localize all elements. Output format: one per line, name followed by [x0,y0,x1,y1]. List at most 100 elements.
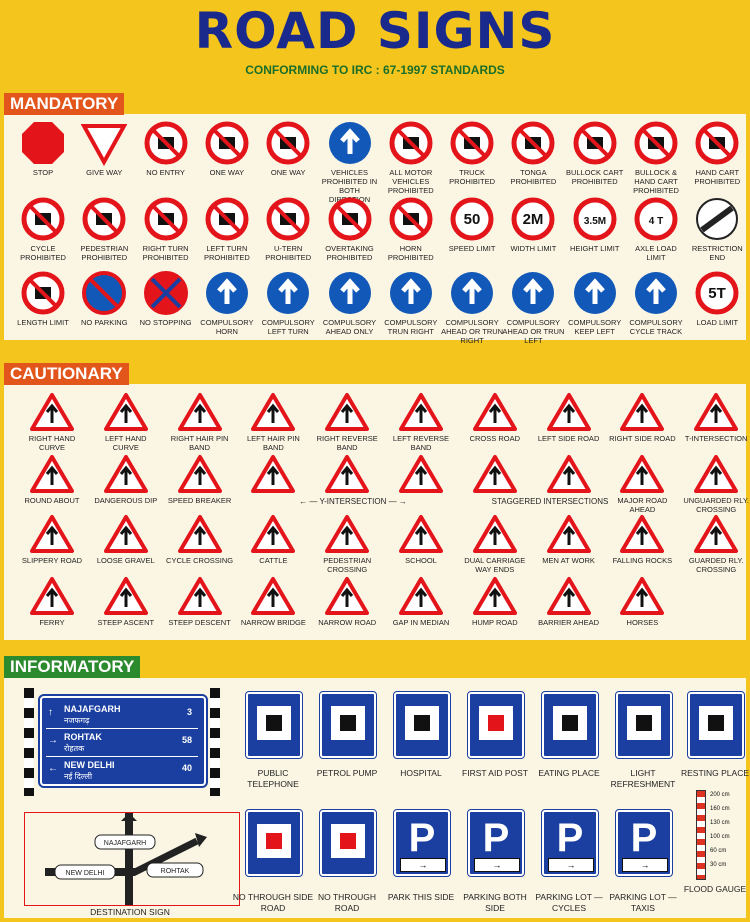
warning-triangle-icon [399,455,443,493]
info-sign [319,691,377,759]
info-sign-label: NO THROUGH ROAD [318,892,376,913]
mandatory-sign: NO PARKING [73,270,135,327]
cautionary-sign: RIGHT HAND CURVE [18,392,86,452]
destination-sign: ↑ NAJAFGARH नजफगढ़ 3 → ROHTAK रोहतक 58 ← NEW DELH… [24,688,220,796]
warning-triangle-icon [251,577,296,615]
sign-label: MEN AT WORK [542,556,595,565]
sign-value: 2M [523,211,544,228]
cautionary-sign: CYCLE CROSSING [166,514,234,565]
sign-label: STEEP DESCENT [168,618,231,627]
info-symbol-icon [257,706,291,740]
sign-label: NO PARKING [81,318,128,327]
destination-hindi: नई दिल्ली [64,772,93,781]
sign-label: UNGUARDED RLY. CROSSING [683,496,749,514]
info-sign [319,809,377,877]
sign-label: ALL MOTOR VEHICLES PROHIBITED [387,168,434,195]
sign-label: COMPULSORY TRUN RIGHT [384,318,438,336]
mandatory-sign: COMPULSORY AHEAD OR TRUN LEFT [502,270,564,345]
axle-icon: 4 T [634,197,678,241]
stop-octagon-icon [22,122,64,164]
cycle-blue-icon [635,272,677,314]
warning-triangle-icon [620,515,665,553]
info-glyph-icon [488,715,504,731]
cautionary-sign: UNGUARDED RLY. CROSSING [682,454,750,514]
cart-icon [634,121,678,165]
prohibition-icon [144,121,188,165]
cautionary-sign: HORSES [608,576,676,627]
sign-label: NO ENTRY [146,168,185,177]
warning-triangle-icon [103,455,148,493]
direction-arrow-icon: ← [48,763,58,774]
sign-label: LENGTH LIMIT [17,318,69,327]
destination-km: 3 [186,707,192,717]
arrow-keep-left-icon [573,272,616,314]
info-sign-label: PARKING BOTH SIDE [463,892,527,913]
mandatory-sign: ONE WAY [257,120,319,177]
destination-row: → ROHTAK रोहतक 58 [46,730,198,757]
sign-label: NARROW BRIDGE [240,618,306,627]
mandatory-sign: CYCLE PROHIBITED [12,196,74,262]
warning-triangle-icon [30,393,74,431]
sign-label: LEFT SIDE ROAD [537,434,600,443]
cautionary-sign: T-INTERSECTION [682,392,750,443]
width-icon: 2M [511,197,555,241]
info-symbol-icon [331,706,365,740]
bullock-cart-icon [573,121,617,165]
direction-arrow-icon: → [48,735,58,746]
info-sign: → P [541,809,599,877]
no-parking-icon [82,271,127,315]
destination-km: 40 [181,763,192,773]
destination-name: NEW DELHI [64,760,115,770]
info-sign-label: PARKING LOT — TAXIS [609,892,677,913]
cautionary-sign: LEFT HAND CURVE [92,392,160,452]
arrow-left-icon [267,272,310,314]
mandatory-sign: 3.5M HEIGHT LIMIT [564,196,626,253]
sign-label: FERRY [39,618,65,627]
warning-triangle-icon [177,455,222,493]
sign-label: ONE WAY [209,168,245,177]
destination-map-svg: NAJAFGARH NEW DELHI ROHTAK [45,813,207,905]
info-sign [245,809,303,877]
cautionary-sign: CATTLE [239,514,307,565]
mandatory-sign: RIGHT TURN PROHIBITED [135,196,197,262]
warning-triangle-icon [399,515,443,553]
sign-label: COMPULSORY LEFT TURN [261,318,315,336]
mandatory-sign: U-TERN PROHIBITED [257,196,319,262]
sign-label: ONE WAY [270,168,306,177]
warning-triangle-icon [30,577,74,615]
parking-letter: P [630,816,658,860]
warning-triangle-icon [620,455,665,493]
sign-label: HEIGHT LIMIT [569,244,620,253]
destination-name: NAJAFGARH [64,704,121,714]
cautionary-sign: ROUND ABOUT [18,454,86,505]
height-icon: 3.5M [573,197,617,241]
cautionary-sign: SCHOOL [387,514,455,565]
sign-value: 4 T [649,216,663,227]
map-label-rohtak: ROHTAK [161,868,190,875]
warning-triangle-icon [103,515,148,553]
info-glyph-icon [414,715,430,731]
cautionary-sign [387,454,455,496]
warning-triangle-icon [30,455,74,493]
warning-triangle-icon [546,577,591,615]
sign-value: 3.5M [584,216,606,227]
cautionary-sign [239,454,307,496]
info-sign-label: PARKING LOT — CYCLES [535,892,603,913]
info-symbol-icon [479,706,513,740]
sign-label: COMPULSORY CYCLE TRACK [629,318,683,336]
mandatory-sign: NO STOPPING [135,270,197,327]
warning-triangle-icon [472,577,517,615]
warning-triangle-icon [325,515,370,553]
cautionary-sign: SPEED BREAKER [166,454,234,505]
cautionary-sign [313,454,381,496]
cycle-icon [21,197,65,241]
warning-triangle-icon [251,515,296,553]
cautionary-sign: CROSS ROAD [461,392,529,443]
mandatory-sign: COMPULSORY HORN [196,270,258,336]
load-icon: 5T [695,271,739,315]
gauge-mark: 130 cm [710,820,730,826]
gauge-mark: 160 cm [710,806,730,812]
cautionary-sign: GAP IN MEDIAN [387,576,455,627]
direction-arrow-icon: ↑ [48,707,53,718]
cautionary-sign: PEDESTRIAN CROSSING [313,514,381,574]
